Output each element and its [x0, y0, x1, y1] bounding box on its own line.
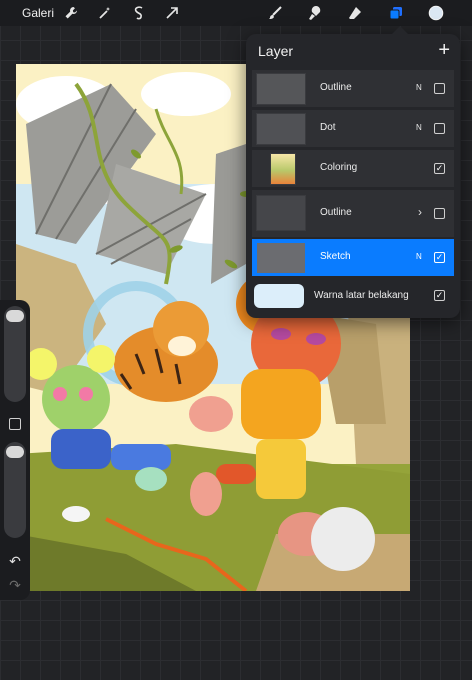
- left-sidebar: ↶ ↷: [0, 300, 30, 600]
- layer-name: Sketch: [320, 251, 351, 262]
- transform-arrow-icon[interactable]: [163, 4, 181, 22]
- visibility-checkbox[interactable]: ✓: [434, 252, 445, 263]
- layer-name: Coloring: [320, 162, 358, 173]
- color-swatch-icon[interactable]: [426, 3, 446, 23]
- blend-mode-label[interactable]: N: [416, 123, 422, 132]
- layer-thumbnail: [256, 113, 306, 145]
- selection-icon[interactable]: [130, 4, 148, 22]
- add-layer-button[interactable]: +: [438, 40, 450, 60]
- layers-panel-title: Layer: [258, 43, 294, 59]
- visibility-checkbox[interactable]: ✓: [434, 290, 445, 301]
- undo-icon[interactable]: ↶: [8, 554, 22, 568]
- background-color-label: Warna latar belakang: [314, 290, 409, 301]
- layer-name: Dot: [320, 122, 336, 133]
- layer-name: Outline: [320, 207, 352, 218]
- layer-thumbnail: [270, 153, 296, 185]
- gallery-button[interactable]: Galeri: [22, 6, 54, 20]
- layer-group-outline[interactable]: Outline ›: [252, 189, 454, 237]
- modify-button-icon[interactable]: [9, 418, 21, 430]
- background-color-row[interactable]: Warna latar belakang ✓: [252, 280, 454, 312]
- visibility-checkbox[interactable]: [434, 123, 445, 134]
- layer-row-sketch[interactable]: Sketch N ✓: [252, 238, 454, 276]
- top-toolbar: Galeri: [0, 0, 472, 26]
- background-color-swatch[interactable]: [254, 284, 304, 308]
- layers-panel: Layer + Outline N Dot N Coloring ✓ Outli…: [246, 26, 460, 318]
- smudge-icon[interactable]: [306, 4, 324, 22]
- layer-name: Outline: [320, 82, 352, 93]
- blend-mode-label[interactable]: N: [416, 83, 422, 92]
- layer-thumbnail: [256, 73, 306, 105]
- blend-mode-label[interactable]: N: [416, 252, 422, 261]
- group-thumbnail: [256, 195, 306, 231]
- chevron-right-icon[interactable]: ›: [418, 205, 422, 219]
- layer-thumbnail: [256, 242, 306, 274]
- layer-row-dot[interactable]: Dot N: [252, 109, 454, 147]
- opacity-slider[interactable]: [4, 442, 26, 538]
- size-slider-thumb[interactable]: [6, 310, 24, 322]
- visibility-checkbox[interactable]: [434, 208, 445, 219]
- layer-row-coloring[interactable]: Coloring ✓: [252, 149, 454, 187]
- layers-icon[interactable]: [387, 4, 405, 22]
- eraser-icon[interactable]: [346, 4, 364, 22]
- opacity-slider-thumb[interactable]: [6, 446, 24, 458]
- wrench-icon[interactable]: [62, 4, 80, 22]
- visibility-checkbox[interactable]: ✓: [434, 163, 445, 174]
- brush-icon[interactable]: [266, 4, 284, 22]
- size-slider[interactable]: [4, 306, 26, 402]
- visibility-checkbox[interactable]: [434, 83, 445, 94]
- layer-row-outline[interactable]: Outline N: [252, 69, 454, 107]
- redo-icon[interactable]: ↷: [8, 578, 22, 592]
- magic-wand-icon[interactable]: [96, 4, 114, 22]
